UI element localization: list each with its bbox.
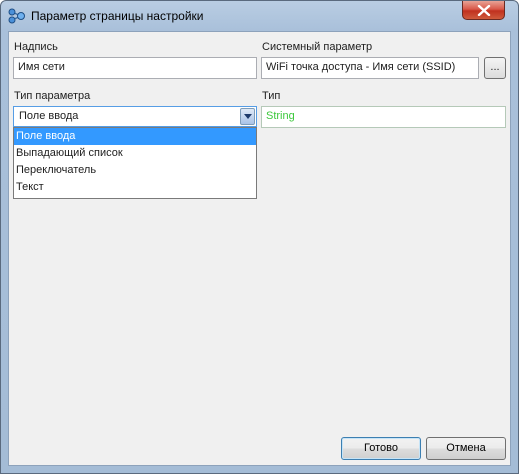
caption-label: Надпись — [14, 41, 58, 53]
type-label: Тип — [262, 90, 281, 102]
browse-button[interactable]: ... — [484, 57, 506, 79]
param-type-dropdown-list: Поле ввода Выпадающий список Переключате… — [13, 127, 257, 199]
window-title: Параметр страницы настройки — [31, 9, 204, 23]
dropdown-option-text[interactable]: Текст — [14, 179, 256, 196]
network-nodes-icon — [8, 8, 26, 24]
chevron-down-icon — [244, 114, 252, 119]
type-field[interactable]: String — [261, 106, 506, 128]
close-button[interactable] — [462, 1, 505, 20]
dropdown-option-input-field[interactable]: Поле ввода — [14, 128, 256, 145]
system-param-field[interactable]: WiFi точка доступа - Имя сети (SSID) — [261, 57, 479, 79]
dropdown-option-switch[interactable]: Переключатель — [14, 162, 256, 179]
dropdown-button[interactable] — [240, 108, 255, 125]
ok-button[interactable]: Готово — [341, 437, 421, 460]
param-type-label: Тип параметра — [14, 90, 91, 102]
caption-input[interactable]: Имя сети — [13, 57, 257, 79]
dialog-window: Параметр страницы настройки Надпись Имя … — [0, 0, 519, 474]
param-type-select[interactable]: Поле ввода — [13, 106, 257, 127]
close-icon — [477, 5, 491, 16]
param-type-selected-value: Поле ввода — [19, 110, 79, 122]
dialog-body: Надпись Имя сети Системный параметр WiFi… — [8, 31, 511, 466]
title-bar[interactable]: Параметр страницы настройки — [1, 1, 518, 31]
cancel-button[interactable]: Отмена — [426, 437, 506, 460]
system-param-label: Системный параметр — [262, 41, 373, 53]
dropdown-option-dropdown-list[interactable]: Выпадающий список — [14, 145, 256, 162]
